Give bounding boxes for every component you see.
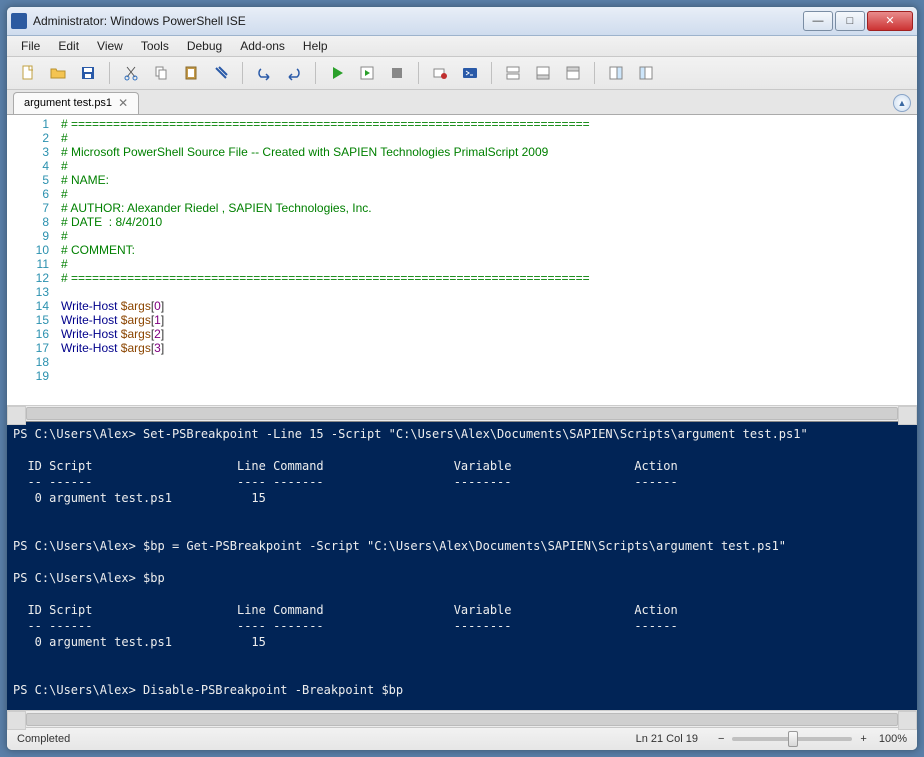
paste-button[interactable]	[179, 61, 203, 85]
redo-button[interactable]	[282, 61, 306, 85]
open-file-button[interactable]	[46, 61, 70, 85]
toolbar	[7, 57, 917, 90]
menu-file[interactable]: File	[13, 37, 48, 55]
maximize-button[interactable]: □	[835, 11, 865, 31]
zoom-in-button[interactable]: +	[860, 733, 866, 745]
layout-script-button[interactable]	[531, 61, 555, 85]
app-window: Administrator: Windows PowerShell ISE — …	[6, 6, 918, 751]
menu-help[interactable]: Help	[295, 37, 336, 55]
tab-bar: argument test.ps1 ✕ ▲	[7, 90, 917, 115]
clear-button[interactable]	[209, 61, 233, 85]
zoom-slider[interactable]	[732, 737, 852, 741]
powershell-button[interactable]	[458, 61, 482, 85]
menu-view[interactable]: View	[89, 37, 131, 55]
zoom-out-button[interactable]: −	[718, 733, 724, 745]
titlebar[interactable]: Administrator: Windows PowerShell ISE — …	[7, 7, 917, 36]
command-addon-button[interactable]	[634, 61, 658, 85]
minimize-button[interactable]: —	[803, 11, 833, 31]
run-script-button[interactable]	[325, 61, 349, 85]
stop-button[interactable]	[385, 61, 409, 85]
save-button[interactable]	[76, 61, 100, 85]
cursor-position: Ln 21 Col 19	[636, 733, 698, 745]
console-pane[interactable]: PS C:\Users\Alex> Set-PSBreakpoint -Line…	[7, 421, 917, 710]
status-bar: Completed Ln 21 Col 19 − + 100%	[7, 727, 917, 750]
script-tab[interactable]: argument test.ps1 ✕	[13, 92, 139, 114]
breakpoint-button[interactable]	[428, 61, 452, 85]
run-selection-button[interactable]	[355, 61, 379, 85]
menu-tools[interactable]: Tools	[133, 37, 177, 55]
app-icon	[11, 13, 27, 29]
cut-button[interactable]	[119, 61, 143, 85]
copy-button[interactable]	[149, 61, 173, 85]
new-file-button[interactable]	[16, 61, 40, 85]
close-button[interactable]: ✕	[867, 11, 913, 31]
console-horizontal-scrollbar[interactable]	[7, 710, 917, 726]
tab-close-icon[interactable]: ✕	[118, 96, 128, 110]
undo-button[interactable]	[252, 61, 276, 85]
menu-edit[interactable]: Edit	[50, 37, 87, 55]
layout-both-button[interactable]	[501, 61, 525, 85]
layout-console-button[interactable]	[561, 61, 585, 85]
collapse-script-pane-button[interactable]: ▲	[893, 94, 911, 112]
tab-label: argument test.ps1	[24, 97, 112, 109]
editor-horizontal-scrollbar[interactable]	[7, 405, 917, 421]
command-pane-button[interactable]	[604, 61, 628, 85]
menubar: File Edit View Tools Debug Add-ons Help	[7, 36, 917, 57]
window-title: Administrator: Windows PowerShell ISE	[33, 14, 803, 28]
zoom-level: 100%	[879, 733, 907, 745]
code-area[interactable]: # ======================================…	[57, 115, 917, 405]
menu-debug[interactable]: Debug	[179, 37, 230, 55]
script-editor[interactable]: 12345678910111213141516171819 # ========…	[7, 115, 917, 405]
line-number-gutter: 12345678910111213141516171819	[7, 115, 57, 405]
menu-addons[interactable]: Add-ons	[232, 37, 293, 55]
status-text: Completed	[17, 733, 70, 745]
